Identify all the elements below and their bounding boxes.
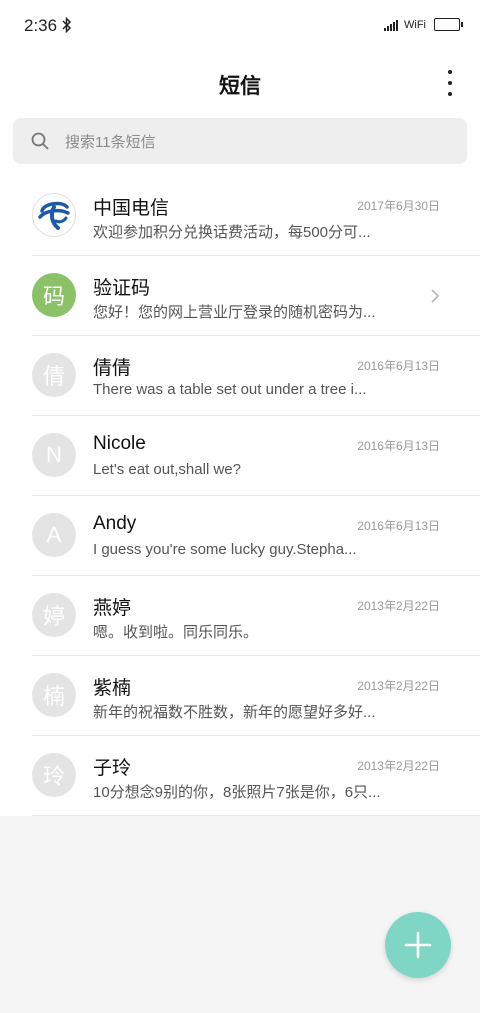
avatar: N [32, 433, 76, 477]
message-date: 2013年2月22日 [357, 679, 440, 693]
app-bar: 短信 [0, 52, 480, 116]
conversation-row-qianqian[interactable]: 倩 倩倩 2016年6月13日 There was a table set ou… [0, 336, 480, 416]
contact-name: 验证码 [93, 278, 151, 299]
network-label: WiFi [404, 18, 426, 31]
search-container: 搜索11条短信 [0, 116, 480, 176]
contact-name: Nicole [93, 433, 146, 454]
conversation-row-ziling[interactable]: 玲 子玲 2013年2月22日 10分想念9别的你，8张照片7张是你，6只... [0, 736, 480, 816]
message-date: 2013年2月22日 [357, 599, 440, 613]
message-preview: There was a table set out under a tree i… [93, 381, 367, 398]
avatar: 玲 [32, 753, 76, 797]
message-preview: 新年的祝福数不胜数，新年的愿望好多好... [93, 704, 376, 721]
new-message-button[interactable] [385, 912, 451, 978]
message-date: 2017年6月30日 [357, 199, 440, 213]
plus-icon [404, 931, 432, 959]
message-preview: I guess you're some lucky guy.Stepha... [93, 541, 357, 558]
signal-icon [384, 19, 399, 31]
avatar: 楠 [32, 673, 76, 717]
avatar: 婷 [32, 593, 76, 637]
message-preview: 嗯。收到啦。同乐同乐。 [93, 624, 259, 641]
contact-name: 燕婷 [93, 598, 132, 619]
chevron-right-icon [431, 289, 440, 303]
message-preview: 10分想念9别的你，8张照片7张是你，6只... [93, 784, 381, 801]
search-icon [31, 132, 49, 150]
message-date: 2013年2月22日 [357, 759, 440, 773]
contact-name: 倩倩 [93, 358, 132, 379]
contact-name: 子玲 [93, 758, 132, 779]
page-title: 短信 [219, 75, 261, 98]
more-vertical-icon[interactable] [446, 70, 454, 96]
message-date: 2016年6月13日 [357, 519, 440, 533]
status-time: 2:36 [24, 16, 58, 35]
bluetooth-icon [62, 16, 72, 34]
message-preview: 您好！您的网上营业厅登录的随机密码为... [93, 304, 376, 321]
contact-name: 紫楠 [93, 678, 132, 699]
top-area: 2:36 WiFi 短信 搜索11条短信 [0, 0, 480, 176]
conversation-row-zinan[interactable]: 楠 紫楠 2013年2月22日 新年的祝福数不胜数，新年的愿望好多好... [0, 656, 480, 736]
message-preview: 欢迎参加积分兑换话费活动，每500分可... [93, 224, 371, 241]
avatar: A [32, 513, 76, 557]
message-date: 2016年6月13日 [357, 439, 440, 453]
conversation-row-andy[interactable]: A Andy 2016年6月13日 I guess you're some lu… [0, 496, 480, 576]
avatar: 倩 [32, 353, 76, 397]
search-input[interactable]: 搜索11条短信 [13, 118, 467, 164]
status-bar: 2:36 WiFi [0, 0, 480, 52]
message-date: 2016年6月13日 [357, 359, 440, 373]
battery-full-icon [434, 18, 463, 31]
conversation-row-yanting[interactable]: 婷 燕婷 2013年2月22日 嗯。收到啦。同乐同乐。 [0, 576, 480, 656]
conversation-row-nicole[interactable]: N Nicole 2016年6月13日 Let's eat out,shall … [0, 416, 480, 496]
contact-name: 中国电信 [93, 198, 170, 219]
contact-name: Andy [93, 513, 137, 534]
conversation-row-china-telecom[interactable]: 中国电信 2017年6月30日 欢迎参加积分兑换话费活动，每500分可... [0, 176, 480, 256]
conversation-row-verification-code[interactable]: 码 验证码 您好！您的网上营业厅登录的随机密码为... [0, 256, 480, 336]
status-indicators: WiFi [384, 18, 463, 31]
conversation-list: 中国电信 2017年6月30日 欢迎参加积分兑换话费活动，每500分可... 码… [0, 176, 480, 816]
china-telecom-logo-icon [32, 193, 76, 237]
message-preview: Let's eat out,shall we? [93, 461, 241, 478]
avatar: 码 [32, 273, 76, 317]
search-placeholder: 搜索11条短信 [65, 133, 156, 151]
